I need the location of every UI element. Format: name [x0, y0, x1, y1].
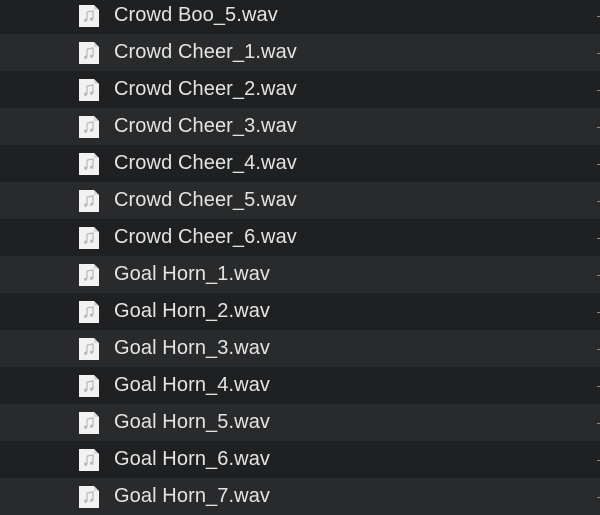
file-row[interactable]: Crowd Boo_5.wav: [0, 0, 600, 34]
file-row[interactable]: Goal Horn_1.wav: [0, 256, 600, 293]
audio-file-icon: [77, 115, 101, 139]
file-row[interactable]: Crowd Cheer_4.wav: [0, 145, 600, 182]
file-row[interactable]: Crowd Cheer_5.wav: [0, 182, 600, 219]
file-name: Goal Horn_6.wav: [114, 447, 271, 470]
file-name: Crowd Cheer_4.wav: [114, 151, 297, 174]
file-name: Crowd Cheer_5.wav: [114, 188, 297, 211]
file-row[interactable]: Goal Horn_7.wav: [0, 478, 600, 515]
file-name: Crowd Boo_5.wav: [114, 3, 278, 26]
file-name: Crowd Cheer_2.wav: [114, 77, 297, 100]
file-name: Goal Horn_2.wav: [114, 299, 271, 322]
file-name: Goal Horn_4.wav: [114, 373, 271, 396]
file-row[interactable]: Crowd Cheer_6.wav: [0, 219, 600, 256]
audio-file-icon: [77, 226, 101, 250]
file-name: Goal Horn_1.wav: [114, 262, 271, 285]
file-row[interactable]: Goal Horn_3.wav: [0, 330, 600, 367]
audio-file-icon: [77, 263, 101, 287]
audio-file-icon: [77, 337, 101, 361]
file-row[interactable]: Crowd Cheer_2.wav: [0, 71, 600, 108]
audio-file-icon: [77, 485, 101, 509]
file-row[interactable]: Goal Horn_6.wav: [0, 441, 600, 478]
audio-file-icon: [77, 448, 101, 472]
file-row[interactable]: Crowd Cheer_1.wav: [0, 34, 600, 71]
audio-file-icon: [77, 374, 101, 398]
file-list: Crowd Boo_5.wav Crowd Cheer_1.wav Crowd …: [0, 0, 600, 515]
file-row[interactable]: Goal Horn_4.wav: [0, 367, 600, 404]
file-row[interactable]: Goal Horn_5.wav: [0, 404, 600, 441]
file-name: Crowd Cheer_1.wav: [114, 40, 297, 63]
audio-file-icon: [77, 78, 101, 102]
audio-file-icon: [77, 411, 101, 435]
file-row[interactable]: Goal Horn_2.wav: [0, 293, 600, 330]
audio-file-icon: [77, 189, 101, 213]
file-row[interactable]: Crowd Cheer_3.wav: [0, 108, 600, 145]
audio-file-icon: [77, 4, 101, 28]
audio-file-icon: [77, 300, 101, 324]
file-name: Crowd Cheer_6.wav: [114, 225, 297, 248]
file-name: Goal Horn_3.wav: [114, 336, 271, 359]
file-name: Goal Horn_5.wav: [114, 410, 271, 433]
audio-file-icon: [77, 41, 101, 65]
audio-file-icon: [77, 152, 101, 176]
file-name: Crowd Cheer_3.wav: [114, 114, 297, 137]
file-name: Goal Horn_7.wav: [114, 484, 271, 507]
